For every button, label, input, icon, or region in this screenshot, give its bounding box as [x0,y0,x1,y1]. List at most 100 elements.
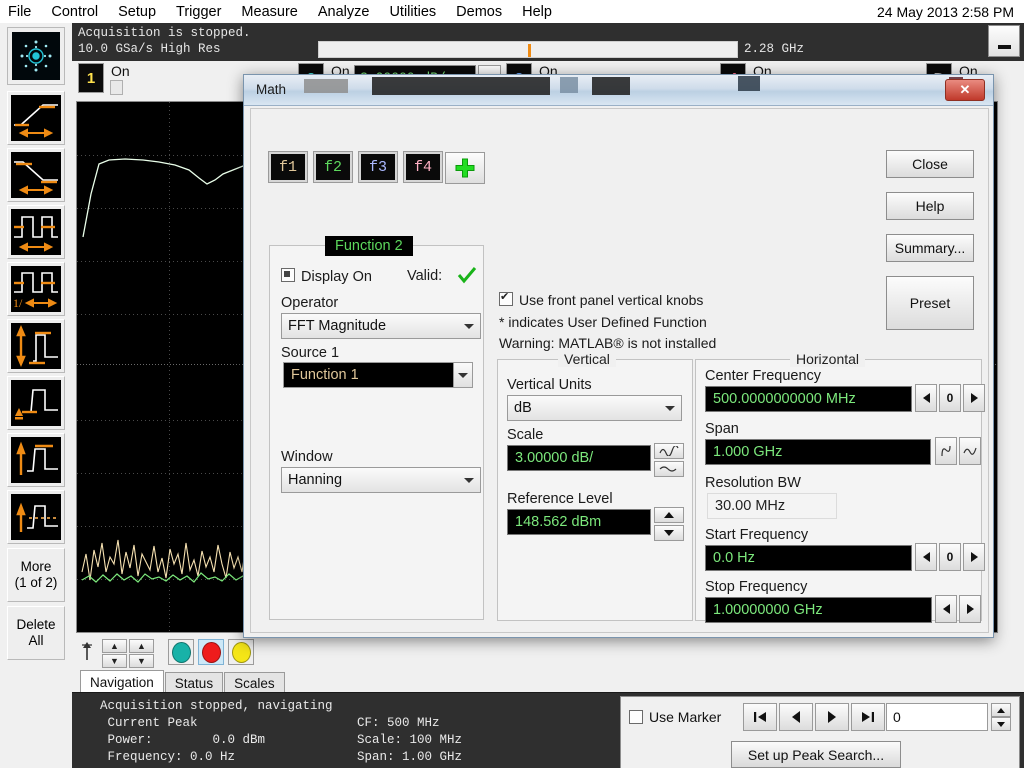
operator-label: Operator [281,295,339,311]
marker-index-input[interactable]: 0 [886,703,988,731]
dialog-summary-button[interactable]: Summary... [886,234,974,262]
function-tab-f4[interactable]: f4 [403,151,443,183]
start-frequency-input[interactable]: 0.0 Hz [705,545,912,571]
logo-glyph [20,40,52,72]
front-panel-knobs-checkbox[interactable]: Use front panel vertical knobs [499,290,703,308]
vertical-scale-coarse-button[interactable] [654,443,684,459]
center-frequency-input[interactable]: 500.0000000000 MHz [705,386,912,412]
menu-demos[interactable]: Demos [446,1,512,23]
marker-first-button[interactable] [743,703,777,731]
nav-line-4: Frequency: 0.0 Hz [100,750,236,764]
marker-index-down-button[interactable] [991,717,1011,731]
frequency-measurement[interactable]: 1/ [7,262,65,316]
tab-status[interactable]: Status [164,672,224,693]
marker-last-button[interactable] [851,703,885,731]
start-frequency-zero-button[interactable]: 0 [939,543,961,571]
start-frequency-decrement-button[interactable] [915,543,937,571]
dialog-preset-button[interactable]: Preset [886,276,974,330]
source1-dropdown-arrow[interactable] [453,362,473,388]
base-measurement[interactable] [7,376,65,430]
use-marker-checkbox[interactable]: Use Marker [629,709,721,725]
menu-analyze[interactable]: Analyze [308,1,380,23]
dialog-help-button[interactable]: Help [886,192,974,220]
more-label-line1: More [20,559,52,574]
dialog-close-button[interactable]: Close [886,150,974,178]
tab-navigation[interactable]: Navigation [80,670,164,693]
vertical-units-dropdown[interactable]: dB [507,395,682,421]
delete-all-button[interactable]: Delete All [7,606,65,660]
color-button-teal[interactable] [168,639,194,665]
tab-scales[interactable]: Scales [224,672,285,693]
marker-next-button[interactable] [815,703,849,731]
average-measurement[interactable] [7,490,65,544]
channel-1-submenu[interactable] [110,80,123,95]
front-panel-knobs-checkbox-box [499,290,513,306]
menu-help[interactable]: Help [512,1,562,23]
span-input[interactable]: 1.000 GHz [705,439,931,465]
marker-prev-button[interactable] [779,703,813,731]
scale-coarse-up-button[interactable]: ▲ [102,639,127,653]
more-measurements-button[interactable]: More (1 of 2) [7,548,65,602]
menu-file[interactable]: File [0,1,41,23]
amplitude-measurement[interactable] [7,319,65,373]
reference-level-up-button[interactable] [654,507,684,523]
color-button-yellow[interactable] [228,639,254,665]
function-tab-f1[interactable]: f1 [268,151,308,183]
menu-trigger[interactable]: Trigger [166,1,231,23]
math-dialog-close-button[interactable]: ✕ [945,79,985,101]
channel-1-control[interactable]: 1 On [78,63,130,95]
fall-time-measurement[interactable] [7,148,65,202]
stop-frequency-decrement-button[interactable] [935,595,957,623]
function-tab-f2[interactable]: f2 [313,151,353,183]
minimize-icon [997,45,1011,49]
channel-1-state: On [111,63,130,79]
operator-dropdown[interactable]: FFT Magnitude [281,313,481,339]
scale-fine-up-button[interactable]: ▲ [129,639,154,653]
top-measurement[interactable] [7,433,65,487]
math-dialog-titlebar[interactable]: Math ✕ [244,75,993,106]
stop-frequency-increment-button[interactable] [959,595,981,623]
center-frequency-increment-button[interactable] [963,384,985,412]
stop-frequency-input[interactable]: 1.00000000 GHz [705,597,932,623]
minimize-button[interactable] [988,25,1020,57]
marker-index-up-button[interactable] [991,703,1011,717]
color-button-red[interactable] [198,639,224,665]
reference-level-input[interactable]: 148.562 dBm [507,509,651,535]
menu-control[interactable]: Control [41,1,108,23]
nav-line-1: Acquisition stopped, navigating [100,699,333,713]
triangle-left-icon [922,552,930,562]
pulse-width-measurement[interactable] [7,205,65,259]
rise-time-measurement[interactable] [7,91,65,145]
menu-utilities[interactable]: Utilities [379,1,446,23]
scale-coarse-down-button[interactable]: ▼ [102,654,127,668]
center-frequency-zero-button[interactable]: 0 [939,384,961,412]
display-on-checkbox[interactable]: Display On [281,268,372,285]
coarse-waveform-icon [659,446,679,456]
display-on-label: Display On [301,269,372,285]
center-frequency-decrement-button[interactable] [915,384,937,412]
bandwidth-slider-thumb[interactable] [528,44,531,57]
source1-value: Function 1 [291,367,359,383]
setup-peak-search-button[interactable]: Set up Peak Search... [731,741,901,768]
add-function-button[interactable] [445,152,485,184]
reference-level-label: Reference Level [507,491,613,507]
window-dropdown[interactable]: Hanning [281,467,481,493]
vertical-scale-fine-button[interactable] [654,461,684,477]
source1-dropdown[interactable]: Function 1 [283,362,473,388]
scale-fine-down-button[interactable]: ▼ [129,654,154,668]
span-fine-button[interactable] [959,437,981,465]
bandwidth-slider[interactable] [318,41,738,58]
svg-text:1/: 1/ [13,296,23,310]
span-coarse-button[interactable] [935,437,957,465]
function-tab-f3[interactable]: f3 [358,151,398,183]
fine-waveform-icon [659,466,677,472]
menu-measure[interactable]: Measure [231,1,307,23]
start-frequency-increment-button[interactable] [963,543,985,571]
menu-setup[interactable]: Setup [108,1,166,23]
vertical-scale-input[interactable]: 3.00000 dB/ [507,445,651,471]
center-frequency-label: Center Frequency [705,368,822,384]
keysight-logo [7,27,65,85]
offset-up-icon[interactable] [80,641,94,663]
reference-level-down-button[interactable] [654,525,684,541]
use-marker-label: Use Marker [649,709,722,725]
